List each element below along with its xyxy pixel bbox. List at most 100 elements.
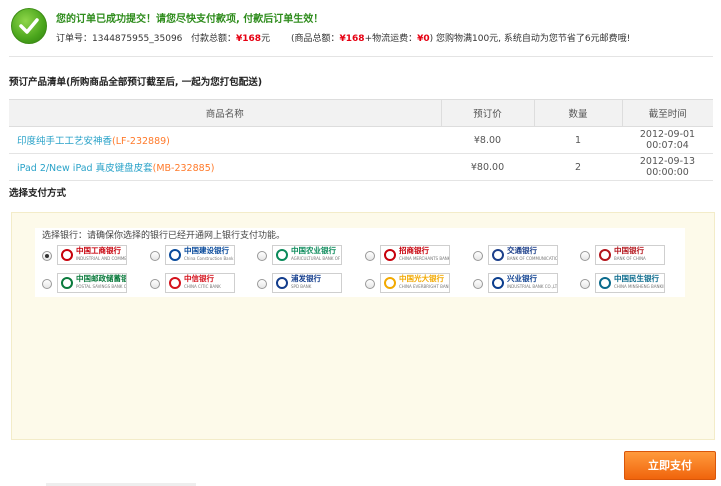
success-message: 您的订单已成功提交！请您尽快支付款项, 付款后订单生效！ (56, 14, 324, 25)
bank-emblem-icon (492, 277, 504, 289)
bank-logo-option[interactable]: 中国邮政储蓄银行POSTAL SAVINGS BANK OF CHINA (57, 273, 127, 293)
bank-name: 交通银行 (507, 246, 537, 255)
bank-radio[interactable] (473, 279, 483, 289)
product-link[interactable]: iPad 2/New iPad 真皮键盘皮套(MB-232885) (9, 153, 441, 181)
payment-total-unit: 元 (261, 34, 271, 44)
bank-emblem-icon (169, 277, 181, 289)
bank-logo-option[interactable]: 中国光大银行 CHINA EVERBRIGHT BANK (380, 273, 450, 293)
bank-name: 中国民生银行 (614, 274, 659, 283)
bank-name: 中国邮政储蓄银行 (76, 274, 126, 283)
bank-logo-option[interactable]: 中信银行 CHINA CITIC BANK (165, 273, 235, 293)
column-header-qty: 数量 (533, 99, 622, 127)
bank-emblem-icon (492, 249, 504, 261)
bank-subtitle: AGRICULTURAL BANK OF CHINA (291, 256, 341, 261)
bank-emblem-icon (599, 249, 611, 261)
payment-total-label: 付款总额： (191, 34, 237, 44)
bank-emblem-icon (169, 249, 181, 261)
bank-logo-option[interactable]: 招商银行 CHINA MERCHANTS BANK (380, 245, 450, 265)
breakdown-prefix: (商品总额： (291, 34, 340, 44)
bank-logo-option[interactable]: 中国建设银行 China Construction Bank (165, 245, 235, 265)
product-code[interactable]: (MB-232885) (153, 163, 215, 174)
bank-radio[interactable] (42, 279, 52, 289)
bank-subtitle: CHINA EVERBRIGHT BANK (399, 284, 450, 289)
order-number-label: 订单号： (56, 34, 93, 44)
bank-radio[interactable] (580, 251, 590, 261)
deadline: 2012-09-01 00:07:04 (622, 126, 713, 154)
bank-subtitle: SPD BANK (291, 284, 312, 289)
saving-note: 您购物满100元, 系统自动为您节省了6元邮费哦! (436, 34, 631, 44)
bank-radio[interactable] (42, 251, 52, 261)
table-row: 印度纯手工工艺安神香(LF-232889) ¥8.00 1 2012-09-01… (9, 126, 713, 154)
bank-name: 中国建设银行 (184, 246, 229, 255)
bank-subtitle: CHINA MINSHENG BANKING CORP.,LTD. (614, 284, 664, 289)
bank-emblem-icon (599, 277, 611, 289)
bank-radio[interactable] (257, 251, 267, 261)
shipping-amount: ¥0 (417, 34, 430, 44)
bank-emblem-icon (61, 277, 73, 289)
bank-radio[interactable] (365, 279, 375, 289)
bank-radio[interactable] (365, 251, 375, 261)
quantity: 2 (534, 153, 622, 181)
order-number-value: 1344875955_35096 (92, 34, 183, 44)
bank-name: 中国农业银行 (291, 246, 336, 255)
bank-logo-option[interactable]: 中国农业银行AGRICULTURAL BANK OF CHINA (272, 245, 342, 265)
bank-hint: 选择银行：请确保你选择的银行已经开通网上银行支付功能。 (42, 231, 286, 241)
bank-radio[interactable] (257, 279, 267, 289)
column-header-name: 商品名称 (9, 99, 441, 127)
bank-emblem-icon (276, 249, 288, 261)
pay-now-button[interactable]: 立即支付 (624, 451, 716, 480)
bank-subtitle: BANK OF CHINA (614, 256, 646, 261)
goods-amount: ¥168 (339, 34, 365, 44)
bank-emblem-icon (384, 249, 396, 261)
bank-name: 中国工商银行 (76, 246, 121, 255)
bank-name: 招商银行 (399, 246, 429, 255)
bank-emblem-icon (384, 277, 396, 289)
order-number: 订单号：1344875955_35096 (56, 31, 182, 44)
success-check-icon (11, 8, 47, 44)
breakdown-mid: +物流运费： (364, 34, 418, 44)
bank-name: 兴业银行 (507, 274, 537, 283)
bank-subtitle: BANK OF COMMUNICATIONS (507, 256, 558, 261)
bank-radio[interactable] (150, 251, 160, 261)
breakdown-suffix: ) (429, 34, 434, 44)
bank-logo-option[interactable]: 浦发银行 SPD BANK (272, 273, 342, 293)
bank-subtitle: INDUSTRIAL BANK CO.,LTD. (507, 284, 558, 289)
bank-radio[interactable] (580, 279, 590, 289)
bank-subtitle: CHINA CITIC BANK (184, 284, 221, 289)
bank-logo-option[interactable]: 兴业银行 INDUSTRIAL BANK CO.,LTD. (488, 273, 558, 293)
preorder-title: 预订产品清单(所购商品全部预订截至后, 一起为您打包配送) (9, 77, 263, 88)
payment-method-title: 选择支付方式 (9, 188, 67, 199)
bank-emblem-icon (276, 277, 288, 289)
bank-subtitle: INDUSTRIAL AND COMMERCIAL BANK OF CHINA (76, 256, 127, 261)
column-header-deadline: 截至时间 (621, 99, 713, 127)
bank-emblem-icon (61, 249, 73, 261)
bank-name: 浦发银行 (291, 274, 321, 283)
quantity: 1 (534, 126, 622, 154)
bank-name: 中信银行 (184, 274, 214, 283)
payment-total: 付款总额：¥168元 (191, 31, 270, 44)
table-header-row: 商品名称 预订价 数量 截至时间 (9, 99, 713, 127)
product-name[interactable]: iPad 2/New iPad 真皮键盘皮套 (17, 163, 153, 174)
table-row: iPad 2/New iPad 真皮键盘皮套(MB-232885) ¥80.00… (9, 153, 713, 181)
product-code[interactable]: (LF-232889) (112, 136, 170, 147)
bank-name: 中国光大银行 (399, 274, 444, 283)
amount-breakdown: (商品总额：¥168+物流运费：¥0) (291, 31, 433, 44)
bank-subtitle: POSTAL SAVINGS BANK OF CHINA (76, 284, 127, 289)
bank-logo-option[interactable]: 中国银行 BANK OF CHINA (595, 245, 665, 265)
bank-logo-option[interactable]: 中国工商银行INDUSTRIAL AND COMMERCIAL BANK OF … (57, 245, 127, 265)
product-name[interactable]: 印度纯手工工艺安神香 (17, 136, 112, 147)
bank-name: 中国银行 (614, 246, 644, 255)
divider (9, 56, 713, 57)
preorder-table: 商品名称 预订价 数量 截至时间 印度纯手工工艺安神香(LF-232889) ¥… (9, 99, 713, 181)
bank-logo-option[interactable]: 中国民生银行CHINA MINSHENG BANKING CORP.,LTD. (595, 273, 665, 293)
bank-radio[interactable] (150, 279, 160, 289)
preorder-price: ¥8.00 (441, 126, 534, 154)
column-header-price: 预订价 (440, 99, 534, 127)
bank-radio[interactable] (473, 251, 483, 261)
payment-total-value: ¥168 (236, 34, 262, 44)
preorder-price: ¥80.00 (441, 153, 534, 181)
product-link[interactable]: 印度纯手工工艺安神香(LF-232889) (9, 126, 441, 154)
bank-logo-option[interactable]: 交通银行 BANK OF COMMUNICATIONS (488, 245, 558, 265)
deadline: 2012-09-13 00:00:00 (622, 153, 713, 181)
bank-subtitle: China Construction Bank (184, 256, 234, 261)
